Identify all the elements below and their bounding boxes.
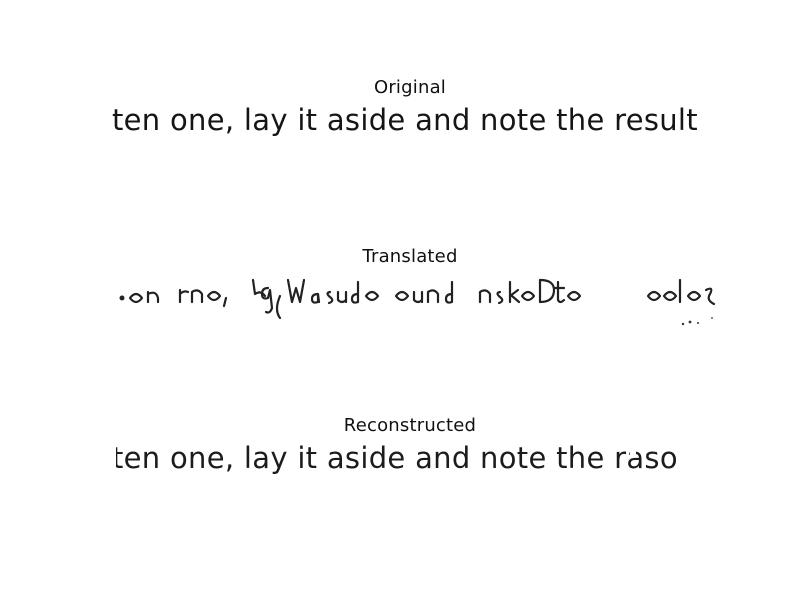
handwriting-strokes [119,278,716,326]
translated-handwriting-image [108,268,720,330]
translated-title: Translated [362,246,458,267]
original-title: Original [373,77,447,98]
reconstructed-title: Reconstructed [343,415,477,436]
reconstructed-text-image: ten one, lay it aside and note the raso [110,444,710,478]
artifact-mask [630,444,636,456]
original-text: ten one, lay it aside and note the resul… [112,106,698,137]
edge-fade [110,444,116,478]
reconstructed-text: ten one, lay it aside and note the raso [112,444,678,475]
original-text-image: ten one, lay it aside and note the resul… [110,106,710,140]
